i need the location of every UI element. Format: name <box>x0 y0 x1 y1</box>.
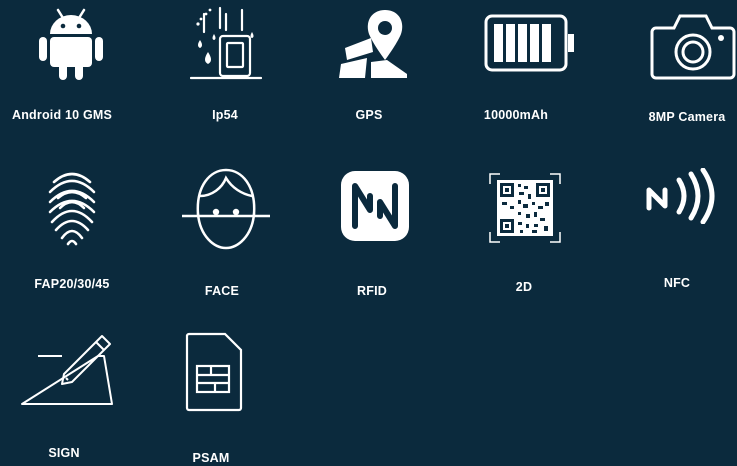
feature-label-fingerprint: FAP20/30/45 <box>34 277 110 291</box>
waterproof-phone-icon <box>190 6 262 80</box>
sim-card-icon <box>185 332 243 412</box>
feature-label-2d: 2D <box>515 280 533 294</box>
face-scan-icon <box>182 168 270 250</box>
feature-label-ip54: Ip54 <box>212 108 238 122</box>
feature-label-gps: GPS <box>355 108 383 122</box>
feature-label-rfid: RFID <box>357 284 387 298</box>
map-pin-icon <box>339 10 407 78</box>
rfid-n-icon <box>341 171 409 241</box>
feature-label-face: FACE <box>204 284 240 298</box>
feature-label-camera: 8MP Camera <box>648 110 726 124</box>
android-icon <box>39 8 103 80</box>
feature-label-nfc: NFC <box>663 276 691 290</box>
signature-pen-icon <box>21 335 113 405</box>
qr-code-icon <box>489 173 561 243</box>
battery-icon <box>484 14 574 72</box>
feature-label-battery: 10000mAh <box>483 108 549 122</box>
nfc-icon <box>646 168 715 224</box>
fingerprint-icon <box>48 172 96 246</box>
camera-icon <box>650 14 736 80</box>
feature-label-android: Android 10 GMS <box>11 108 113 122</box>
feature-label-psam: PSAM <box>192 451 230 465</box>
feature-label-sign: SIGN <box>48 446 80 460</box>
